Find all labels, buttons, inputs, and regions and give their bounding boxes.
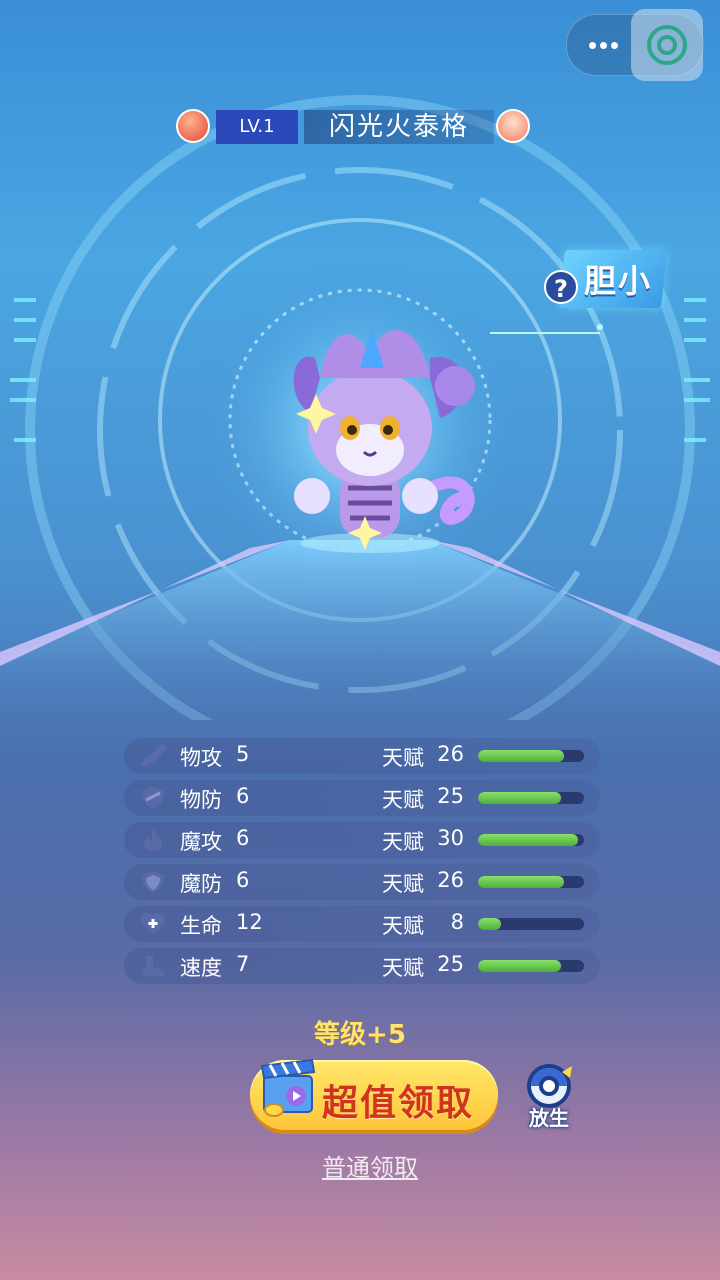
premium-claim-button[interactable]: 超值领取: [250, 1058, 498, 1130]
talent-bar: [478, 918, 584, 930]
stat-value: 6: [236, 784, 250, 808]
talent-bar: [478, 792, 584, 804]
beast-race-icon: [496, 109, 530, 143]
heart-plus-icon: [141, 913, 165, 934]
talent-label: 天赋: [382, 914, 424, 938]
talent-bar-fill: [478, 792, 561, 804]
trait-label: 胆小: [584, 262, 653, 300]
talent-value: 30: [437, 826, 464, 850]
target-close-icon: [647, 25, 687, 65]
stat-label: 魔攻: [180, 830, 222, 854]
talent-bar-fill: [478, 750, 564, 762]
talent-bar: [478, 834, 584, 846]
stat-value: 6: [236, 868, 250, 892]
trait-help-button[interactable]: ?: [544, 270, 578, 304]
flame-icon: [144, 829, 162, 851]
personality-trait: 胆小 ?: [544, 250, 668, 310]
normal-claim-link[interactable]: 普通领取: [300, 1148, 440, 1183]
stat-row-physical-defense: 物防 6 天赋 25: [124, 780, 600, 816]
stat-value: 5: [236, 742, 250, 766]
more-options-button[interactable]: [581, 29, 625, 61]
close-miniprogram-button[interactable]: [631, 9, 703, 81]
dot-icon: [588, 41, 596, 49]
talent-value: 25: [437, 784, 464, 808]
talent-label: 天赋: [382, 746, 424, 770]
talent-bar-fill: [478, 960, 561, 972]
stat-value: 6: [236, 826, 250, 850]
fire-element-icon: [176, 109, 210, 143]
talent-value: 26: [437, 742, 464, 766]
dot-icon: [599, 41, 607, 49]
shield-icon: [142, 787, 164, 809]
talent-label: 天赋: [382, 788, 424, 812]
talent-value: 26: [437, 868, 464, 892]
talent-value: 25: [437, 952, 464, 976]
pet-header: LV.1 闪光火泰格: [176, 106, 532, 148]
talent-bar-fill: [478, 876, 564, 888]
release-label: 放生: [529, 1106, 569, 1130]
talent-bar-fill: [478, 834, 578, 846]
premium-claim-label: 超值领取: [322, 1083, 475, 1124]
stats-panel: 物攻 5 天赋 26 物防 6 天赋 25 魔攻 6 天赋 30 魔防 6 天赋…: [124, 738, 600, 990]
release-pet-button[interactable]: 放生: [518, 1062, 580, 1130]
video-clapper-icon: [260, 1058, 316, 1117]
stat-value: 7: [236, 952, 250, 976]
level-label: LV.1: [216, 110, 298, 144]
talent-value: 8: [450, 910, 464, 934]
talent-label: 天赋: [382, 872, 424, 896]
stat-label: 速度: [180, 956, 222, 980]
stat-row-speed: 速度 7 天赋 25: [124, 948, 600, 984]
stat-value: 12: [236, 910, 263, 934]
talent-label: 天赋: [382, 956, 424, 980]
stat-row-physical-attack: 物攻 5 天赋 26: [124, 738, 600, 774]
stat-row-magic-defense: 魔防 6 天赋 26: [124, 864, 600, 900]
stat-label: 生命: [180, 914, 222, 938]
talent-bar: [478, 960, 584, 972]
stat-label: 物攻: [180, 746, 222, 770]
talent-bar: [478, 876, 584, 888]
dot-icon: [610, 41, 618, 49]
stat-row-health: 生命 12 天赋 8: [124, 906, 600, 942]
boot-icon: [142, 956, 164, 976]
stat-label: 魔防: [180, 872, 222, 896]
purple-tiger-pet-image: [293, 328, 475, 553]
talent-bar-fill: [478, 918, 502, 930]
stat-label: 物防: [180, 788, 222, 812]
miniprogram-capsule: [566, 9, 704, 81]
sword-icon: [140, 744, 166, 768]
magic-shield-icon: [142, 871, 164, 893]
pet-name: 闪光火泰格: [304, 110, 494, 144]
talent-bar: [478, 750, 584, 762]
level-bonus-text: 等级+5: [314, 1020, 406, 1050]
talent-label: 天赋: [382, 830, 424, 854]
pet-character: [280, 318, 480, 558]
stat-row-magic-attack: 魔攻 6 天赋 30: [124, 822, 600, 858]
